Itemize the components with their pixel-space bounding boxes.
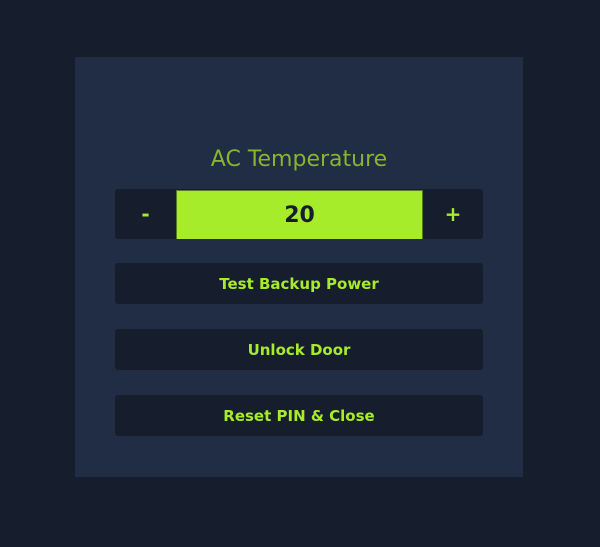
temperature-stepper: - 20 + [115, 189, 483, 239]
temperature-value: 20 [176, 190, 423, 239]
reset-pin-close-button[interactable]: Reset PIN & Close [115, 395, 483, 436]
unlock-door-button[interactable]: Unlock Door [115, 329, 483, 370]
panel-title: AC Temperature [210, 147, 388, 172]
test-backup-power-button[interactable]: Test Backup Power [115, 263, 483, 304]
control-panel: AC Temperature - 20 + Test Backup Power … [75, 57, 523, 477]
increment-button[interactable]: + [423, 189, 483, 239]
decrement-button[interactable]: - [115, 189, 176, 239]
